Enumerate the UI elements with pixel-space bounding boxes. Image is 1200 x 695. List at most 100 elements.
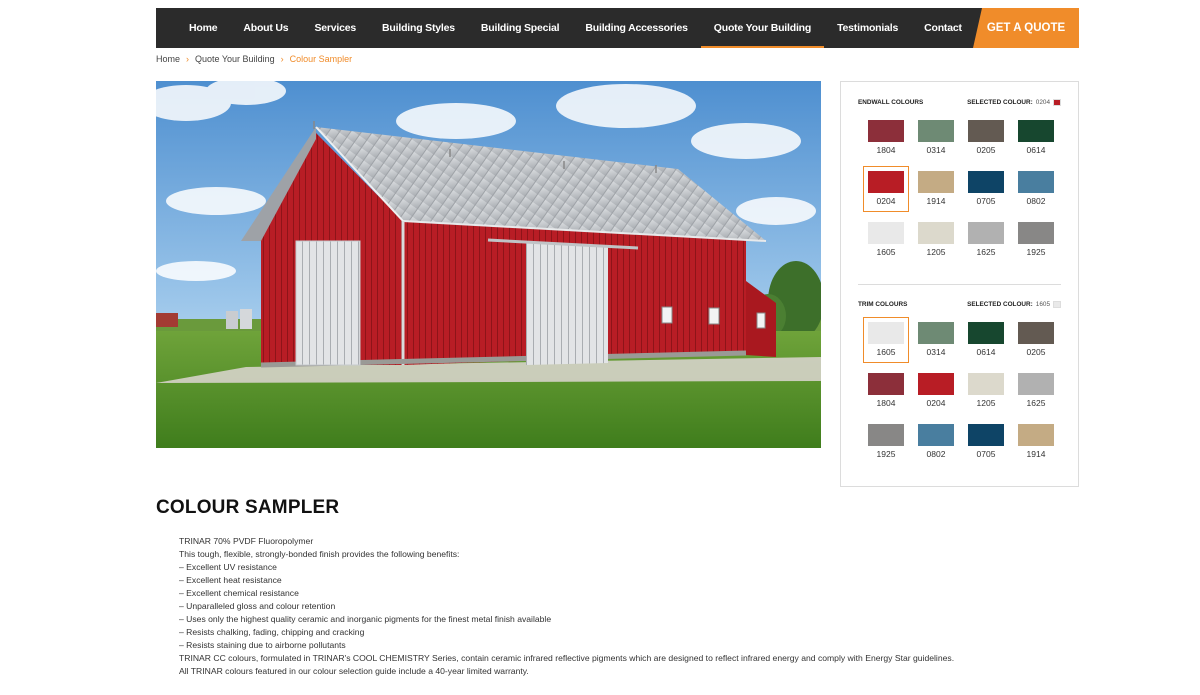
trim-swatch-1804[interactable]: 1804 (863, 368, 909, 414)
colour-code: 1625 (976, 247, 996, 257)
colour-chip (968, 373, 1004, 395)
colour-code: 0705 (976, 196, 996, 206)
breadcrumb: Home › Quote Your Building › Colour Samp… (156, 54, 352, 64)
colour-sampler-description: TRINAR 70% PVDF Fluoropolymer This tough,… (179, 535, 954, 678)
nav-item-quote-your-building[interactable]: Quote Your Building (700, 8, 825, 48)
endwall-swatch-1625[interactable]: 1625 (963, 217, 1009, 263)
endwall-swatch-0614[interactable]: 0614 (1013, 115, 1059, 161)
endwall-selected-value: 0204 (1035, 99, 1050, 106)
colour-code: 1925 (876, 449, 896, 459)
colour-chip (868, 322, 904, 344)
chevron-right-icon: › (280, 54, 284, 64)
endwall-swatch-0205[interactable]: 0205 (963, 115, 1009, 161)
colour-code: 1925 (1026, 247, 1046, 257)
trim-swatch-1925[interactable]: 1925 (863, 419, 909, 465)
colour-code: 0802 (1026, 196, 1046, 206)
colour-code: 0314 (926, 145, 946, 155)
description-line: – Resists chalking, fading, chipping and… (179, 627, 365, 637)
colour-code: 1625 (1026, 398, 1046, 408)
trim-swatch-0205[interactable]: 0205 (1013, 317, 1059, 363)
endwall-swatch-1205[interactable]: 1205 (913, 217, 959, 263)
description-line: – Excellent UV resistance (179, 562, 277, 572)
colour-code: 0802 (926, 449, 946, 459)
trim-selected-value: 1605 (1035, 301, 1050, 308)
nav-item-building-special[interactable]: Building Special (468, 8, 572, 48)
get-a-quote-button[interactable]: GET A QUOTE (973, 8, 1079, 48)
trim-selected-chip (1053, 301, 1061, 308)
colour-code: 0705 (976, 449, 996, 459)
trim-swatch-0614[interactable]: 0614 (963, 317, 1009, 363)
description-line: – Resists staining due to airborne pollu… (179, 640, 346, 650)
colour-code: 1605 (876, 347, 896, 357)
nav-item-building-styles[interactable]: Building Styles (369, 8, 468, 48)
colour-chip (968, 120, 1004, 142)
endwall-swatch-0802[interactable]: 0802 (1013, 166, 1059, 212)
chevron-right-icon: › (186, 54, 190, 64)
endwall-selected-chip (1053, 99, 1061, 106)
nav-item-contact[interactable]: Contact (911, 8, 975, 48)
colour-chip (918, 120, 954, 142)
endwall-swatch-1605[interactable]: 1605 (863, 217, 909, 263)
trim-swatch-0802[interactable]: 0802 (913, 419, 959, 465)
colour-chip (918, 322, 954, 344)
description-line: All TRINAR colours featured in our colou… (179, 666, 529, 676)
colour-chip (868, 222, 904, 244)
page-title: COLOUR SAMPLER (156, 497, 340, 518)
colour-code: 0205 (976, 145, 996, 155)
endwall-swatch-1804[interactable]: 1804 (863, 115, 909, 161)
trim-selected-label: SELECTED COLOUR: (967, 301, 1033, 308)
trim-swatch-1605[interactable]: 1605 (863, 317, 909, 363)
nav-menu: Home About Us Services Building Styles Build… (156, 8, 1023, 48)
trim-swatch-1625[interactable]: 1625 (1013, 368, 1059, 414)
trim-swatch-1914[interactable]: 1914 (1013, 419, 1059, 465)
trim-swatch-0204[interactable]: 0204 (913, 368, 959, 414)
nav-item-testimonials[interactable]: Testimonials (824, 8, 911, 48)
colour-code: 1804 (876, 398, 896, 408)
colour-chip (868, 424, 904, 446)
description-line: TRINAR CC colours, formulated in TRINAR'… (179, 653, 955, 663)
colour-chip (1018, 171, 1054, 193)
description-line: – Excellent heat resistance (179, 575, 282, 585)
breadcrumb-current: Colour Sampler (289, 54, 353, 64)
nav-item-about-us[interactable]: About Us (230, 8, 301, 48)
trim-swatch-0314[interactable]: 0314 (913, 317, 959, 363)
colour-chip (968, 322, 1004, 344)
endwall-colour-grid: 1804 0314 0205 0614 0204 1914 0705 0802 1605 1205… (863, 115, 1063, 268)
colour-chip (968, 171, 1004, 193)
description-line: TRINAR 70% PVDF Fluoropolymer (179, 536, 314, 546)
colour-chip (918, 222, 954, 244)
colour-chip (1018, 322, 1054, 344)
endwall-swatch-1925[interactable]: 1925 (1013, 217, 1059, 263)
endwall-swatch-0204[interactable]: 0204 (863, 166, 909, 212)
colour-chip (868, 171, 904, 193)
colour-code: 1914 (1026, 449, 1046, 459)
colour-code: 0204 (876, 196, 896, 206)
nav-item-building-accessories[interactable]: Building Accessories (572, 8, 700, 48)
endwall-selected-label: SELECTED COLOUR: (967, 99, 1033, 106)
main-navigation: Home About Us Services Building Styles Build… (156, 8, 1079, 48)
endwall-swatch-0314[interactable]: 0314 (913, 115, 959, 161)
trim-swatch-0705[interactable]: 0705 (963, 419, 1009, 465)
endwall-swatch-0705[interactable]: 0705 (963, 166, 1009, 212)
colour-code: 1804 (876, 145, 896, 155)
colour-code: 1205 (926, 247, 946, 257)
colour-chip (1018, 373, 1054, 395)
colour-code: 0204 (926, 398, 946, 408)
description-line: – Unparalleled gloss and colour retentio… (179, 601, 336, 611)
colour-code: 0314 (926, 347, 946, 357)
nav-item-home[interactable]: Home (176, 8, 230, 48)
section-divider (858, 284, 1061, 285)
colour-chip (868, 120, 904, 142)
breadcrumb-home-link[interactable]: Home (156, 54, 180, 64)
trim-swatch-1205[interactable]: 1205 (963, 368, 1009, 414)
building-preview-image (156, 81, 821, 448)
breadcrumb-quote-link[interactable]: Quote Your Building (195, 54, 275, 64)
endwall-swatch-1914[interactable]: 1914 (913, 166, 959, 212)
colour-chip (918, 171, 954, 193)
endwall-selected-colour: SELECTED COLOUR: 0204 (967, 99, 1061, 106)
colour-chip (868, 373, 904, 395)
nav-item-services[interactable]: Services (301, 8, 369, 48)
description-line: This tough, flexible, strongly-bonded fi… (179, 549, 460, 559)
colour-code: 1914 (926, 196, 946, 206)
colour-chip (1018, 222, 1054, 244)
